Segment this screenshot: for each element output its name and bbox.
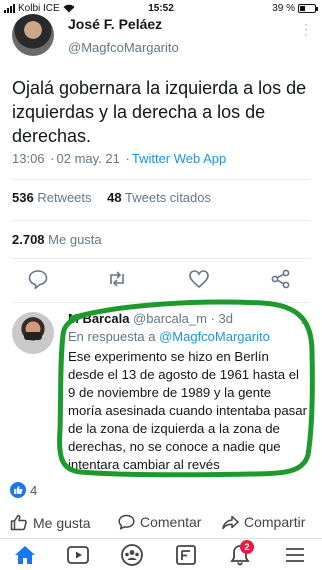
quotes-label[interactable]: Tweets citados [125,190,211,205]
home-icon[interactable] [13,544,37,566]
share-button[interactable]: Compartir [222,514,305,530]
groups-icon[interactable] [120,544,144,566]
pages-icon[interactable] [174,544,198,566]
battery-text: 39 % [272,3,295,14]
reply-author-name[interactable]: M Barcala [68,311,129,326]
reactions-count: 4 [30,482,38,498]
divider [12,258,310,259]
reply-author-handle[interactable]: @barcala_m [133,311,207,326]
tweet-text: Ojalá gobernara la izquierda a los de iz… [12,78,307,146]
comment-button[interactable]: Comentar [118,514,201,530]
share-icon[interactable] [270,268,292,290]
reply-author-avatar[interactable] [12,312,54,354]
tweet-actions [0,268,322,294]
tweet-time: 13:06 [12,151,45,166]
comment-label: Comentar [140,514,202,530]
retweets-label[interactable]: Retweets [37,190,91,205]
meta-separator-2: · [125,151,130,166]
retweets-count[interactable]: 536 [12,190,34,205]
like-icon [10,514,27,531]
status-right: 39 % [269,3,318,14]
share-arrow-icon [222,515,239,529]
in-reply-to: En respuesta a @MagfcoMargarito [68,329,270,344]
tweet-app-link[interactable]: Twitter Web App [132,151,226,166]
reply-header: M Barcala @barcala_m · 3d [68,311,233,326]
like-button[interactable]: Me gusta [10,514,91,531]
retweet-icon[interactable] [106,268,128,290]
in-reply-prefix: En respuesta a [68,329,156,344]
divider [12,220,310,221]
divider [12,302,310,303]
reply-age-separator: · [210,311,215,326]
battery-fill [300,6,305,11]
post-actions: Me gusta Comentar Compartir [0,514,322,536]
like-reaction-icon [10,482,26,498]
reactions-summary[interactable]: 4 [10,482,37,498]
divider [12,179,310,180]
reply-age: 3d [218,311,234,326]
like-label: Me gusta [33,514,91,531]
likes-count[interactable]: 2.708 [12,232,45,247]
retweet-stats: 536 Retweets 48 Tweets citados [12,190,211,205]
tweet-date: 02 may. 21 [56,151,120,166]
likes-stats: 2.708 Me gusta [12,232,102,247]
author-name[interactable]: José F. Peláez [68,16,162,32]
video-icon[interactable] [66,544,90,566]
share-label: Compartir [244,514,306,530]
comment-icon [118,514,135,530]
likes-label[interactable]: Me gusta [48,232,101,247]
menu-icon[interactable] [283,544,307,566]
battery-icon [298,4,318,13]
author-avatar[interactable] [12,14,54,56]
tweet-meta: 13:06 · 02 may. 21 · Twitter Web App [12,151,226,166]
notifications-badge: 2 [240,540,254,554]
heart-icon[interactable] [188,268,210,290]
in-reply-handle[interactable]: @MagfcoMargarito [159,329,270,344]
reply-text: Ese experimento se hizo en Berlín desde … [68,349,308,472]
author-handle[interactable]: @MagfcoMargarito [68,40,179,55]
more-options-icon[interactable]: · · · [304,18,308,40]
reply-icon[interactable] [27,268,49,290]
quotes-count[interactable]: 48 [107,190,121,205]
notifications-tab[interactable]: 2 [228,540,254,566]
meta-separator: · [50,151,55,166]
reply-more-options-icon[interactable]: ⋮ [296,312,308,326]
bottom-tab-bar: 2 [0,538,322,570]
